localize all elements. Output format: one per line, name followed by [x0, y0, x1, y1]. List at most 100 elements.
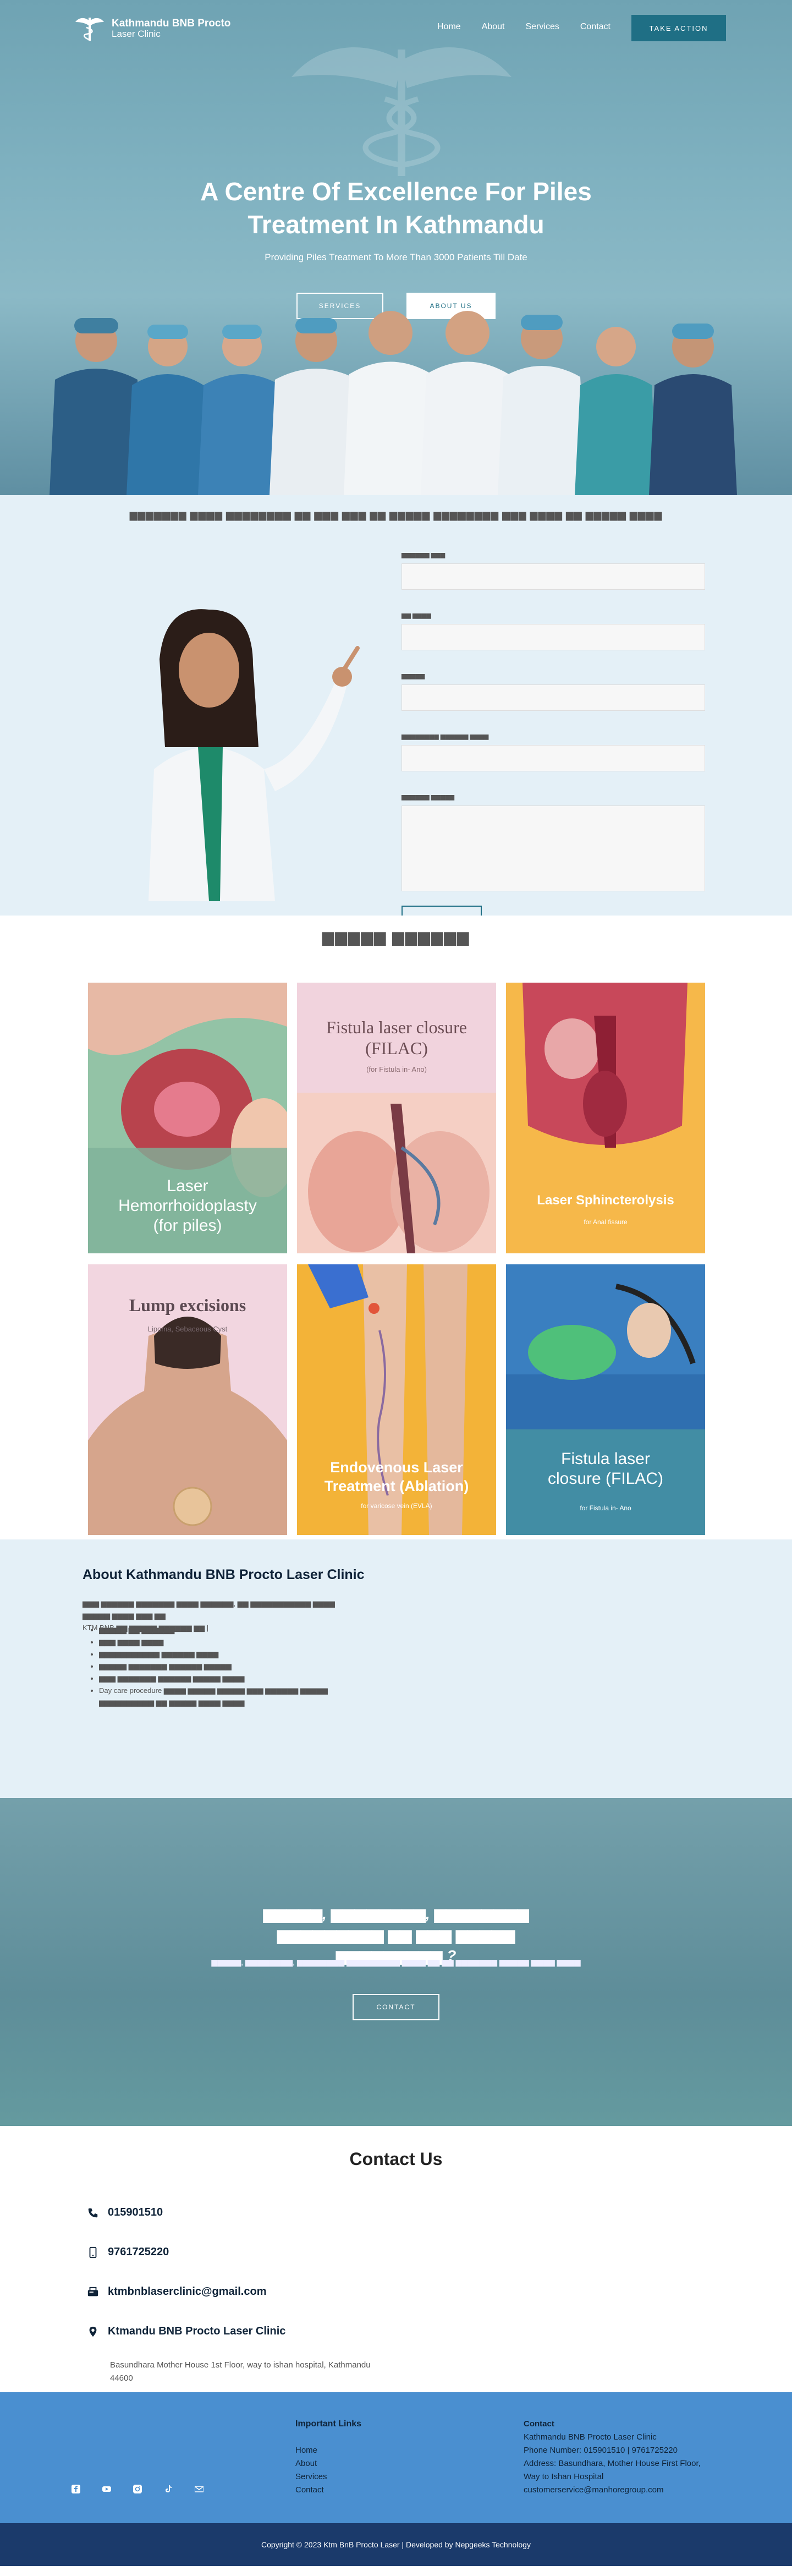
about-section: About Kathmandu BNB Procto Laser Clinic …: [0, 1539, 792, 1798]
footer: Important Links Home About Services Cont…: [0, 2392, 792, 2523]
doctor-image: [148, 609, 360, 901]
hero-title-line2: Treatment In Kathmandu: [248, 210, 544, 239]
hero-title: A Centre Of Excellence For Piles Treatme…: [0, 175, 792, 241]
card5-title-line2: Treatment (Ablation): [324, 1478, 469, 1494]
caduceus-emblem-icon: [292, 47, 512, 176]
phone-icon: [88, 2208, 98, 2217]
facebook-icon[interactable]: [72, 2485, 80, 2493]
hero-title-line1: A Centre Of Excellence For Piles: [200, 177, 592, 206]
field-label-phone: ▆▆ ▆▆▆▆: [402, 612, 431, 619]
banner-title-line1: ▆▆▆▆▆, ▆▆▆▆▆▆▆▆, ▆▆▆▆▆▆▆▆ ▆▆▆▆▆▆▆▆▆ ▆▆ ▆…: [263, 1905, 529, 1943]
card6-caption: for Fistula in- Ano: [580, 1504, 631, 1512]
list-item: ▆▆▆▆▆ ▆▆ ▆▆▆▆▆▆: [99, 1624, 363, 1636]
banner-contact-button[interactable]: CONTACT: [353, 1994, 439, 2020]
about-list: ▆▆▆▆▆ ▆▆ ▆▆▆▆▆▆ ▆▆▆ ▆▆▆▆ ▆▆▆▆ ▆▆▆▆▆▆▆▆▆▆…: [99, 1624, 363, 1709]
service-card-lump-excisions[interactable]: Lump excisions Lipoma, Sebaceous Cyst: [88, 1264, 287, 1535]
card3-title: Laser Sphincterolysis: [537, 1193, 674, 1208]
field-label-email: ▆▆▆▆▆: [402, 673, 425, 679]
instagram-icon[interactable]: [133, 2485, 142, 2493]
message-textarea[interactable]: [402, 805, 705, 891]
mobile-row[interactable]: 9761725220: [87, 2246, 169, 2259]
card1-title-line3: (for piles): [153, 1216, 222, 1235]
card6-title-line1: Fistula laser: [561, 1450, 650, 1468]
list-item: ▆▆▆▆▆ ▆▆▆▆▆▆▆ ▆▆▆▆▆▆ ▆▆▆▆▆: [99, 1660, 363, 1673]
card3-caption: for Anal fissure: [584, 1218, 628, 1226]
card6-title-line2: closure (FILAC): [547, 1470, 664, 1488]
footer-links-heading: Important Links: [295, 2419, 362, 2429]
sphincterolysis-image: [506, 983, 705, 1253]
clinic-name: Ktmandu BNB Procto Laser Clinic: [108, 2325, 286, 2337]
about-heading: About Kathmandu BNB Procto Laser Clinic: [82, 1567, 365, 1582]
list-item: ▆▆▆▆▆▆▆▆▆▆▆ ▆▆▆▆▆▆ ▆▆▆▆: [99, 1648, 363, 1660]
footer-contact-line: Kathmandu BNB Procto Laser Clinic: [524, 2432, 657, 2442]
services-section: ▆▆▆▆▆ ▆▆▆▆▆▆ Laser Hemorrhoidoplasty (fo…: [0, 916, 792, 1539]
take-action-button[interactable]: TAKE ACTION: [631, 15, 726, 41]
fax-icon: [87, 2287, 98, 2296]
footer-link-contact[interactable]: Contact: [295, 2484, 361, 2497]
service-card-sphincterolysis[interactable]: Laser Sphincterolysis for Anal fissure: [506, 983, 705, 1253]
youtube-icon[interactable]: [102, 2485, 111, 2493]
footer-contact-line[interactable]: customerservice@manhoregroup.com: [524, 2484, 701, 2497]
card1-title-line1: Laser: [167, 1177, 208, 1195]
footer-link-services[interactable]: Services: [295, 2470, 361, 2484]
banner-title: ▆▆▆▆▆, ▆▆▆▆▆▆▆▆, ▆▆▆▆▆▆▆▆ ▆▆▆▆▆▆▆▆▆ ▆▆ ▆…: [242, 1904, 550, 1966]
nav-home[interactable]: Home: [437, 22, 461, 32]
footer-links: Important Links Home About Services Cont…: [295, 2418, 361, 2497]
name-input[interactable]: [402, 563, 705, 590]
nav-contact[interactable]: Contact: [580, 22, 610, 32]
phone-number-1[interactable]: 015901510: [108, 2206, 163, 2219]
contact-heading: Contact Us: [349, 2149, 443, 2169]
footer-link-about[interactable]: About: [295, 2457, 361, 2470]
footer-contact-line: Address: Basundhara, Mother House First …: [524, 2459, 701, 2468]
main-menu: Home About Services Contact: [437, 22, 610, 32]
location-pin-icon: [89, 2326, 97, 2337]
footer-contact: Contact Kathmandu BNB Procto Laser Clini…: [524, 2418, 701, 2497]
banner-subtitle: ▆▆▆▆▆, ▆▆▆▆▆▆▆▆, ▆▆▆▆▆▆▆▆ ▆▆▆▆▆▆▆▆▆ ▆▆▆▆…: [211, 1958, 581, 1966]
address-line2: 44600: [110, 2374, 133, 2383]
hero-subtitle: Providing Piles Treatment To More Than 3…: [265, 252, 527, 262]
copyright-bar: Copyright © 2023 Ktm BnB Procto Laser | …: [0, 2523, 792, 2566]
mobile-icon: [89, 2246, 97, 2258]
card5-caption: for varicose vein (EVLA): [361, 1502, 432, 1510]
card1-title-line2: Hemorrhoidoplasty: [118, 1197, 257, 1215]
field-label-message: ▆▆▆▆▆▆ ▆▆▆▆▆: [402, 794, 455, 801]
footer-link-home[interactable]: Home: [295, 2444, 361, 2457]
card2-caption: (for Fistula in- Ano): [366, 1065, 427, 1073]
top-navigation: Kathmandu BNB Procto Laser Clinic Home A…: [0, 0, 792, 55]
hero-section: Kathmandu BNB Procto Laser Clinic Home A…: [0, 0, 792, 495]
address-row: Ktmandu BNB Procto Laser Clinic: [87, 2325, 285, 2338]
nav-services[interactable]: Services: [526, 22, 559, 32]
card4-caption: Lipoma, Sebaceous Cyst: [147, 1325, 228, 1333]
date-input[interactable]: [402, 745, 705, 771]
card4-title: Lump excisions: [129, 1295, 246, 1315]
tiktok-icon[interactable]: [164, 2485, 173, 2493]
email-input[interactable]: [402, 684, 705, 711]
about-intro-line1: ▆▆▆ ▆▆▆▆▆▆ ▆▆▆▆▆▆▆ ▆▆▆▆ ▆▆▆▆▆▆, ▆▆ ▆▆▆▆▆…: [82, 1599, 335, 1620]
appointment-heading: ▆▆▆▆▆▆▆ ▆▆▆▆ ▆▆▆▆▆▆▆▆ ▆▆ ▆▆▆ ▆▆▆ ▆▆ ▆▆▆▆…: [129, 509, 663, 520]
field-label-date: ▆▆▆▆▆▆▆▆ ▆▆▆▆▆▆ ▆▆▆▆: [402, 733, 489, 740]
card2-title-line1: Fistula laser closure: [326, 1017, 467, 1037]
list-item: ▆▆▆ ▆▆▆▆ ▆▆▆▆: [99, 1636, 363, 1648]
phone-number-2[interactable]: 9761725220: [108, 2246, 169, 2259]
phone-input[interactable]: [402, 624, 705, 650]
brand-subtitle: Laser Clinic: [112, 29, 161, 39]
clinic-logo-icon: [75, 18, 104, 41]
footer-contact-line: Way to Ishan Hospital: [524, 2472, 604, 2481]
email-icon[interactable]: [195, 2485, 204, 2493]
service-card-evla[interactable]: Endovenous Laser Treatment (Ablation) fo…: [297, 1264, 496, 1535]
list-item: ▆▆▆ ▆▆▆▆▆▆▆ ▆▆▆▆▆▆ ▆▆▆▆▆ ▆▆▆▆: [99, 1673, 363, 1685]
appointment-section: ▆▆▆▆▆▆▆ ▆▆▆▆ ▆▆▆▆▆▆▆▆ ▆▆ ▆▆▆ ▆▆▆ ▆▆ ▆▆▆▆…: [0, 495, 792, 932]
card2-title-line2: (FILAC): [365, 1038, 428, 1058]
service-card-filac-2[interactable]: Fistula laser closure (FILAC) for Fistul…: [506, 1264, 705, 1535]
service-card-filac[interactable]: Fistula laser closure (FILAC) (for Fistu…: [297, 983, 496, 1253]
email-address[interactable]: ktmbnblaserclinic@gmail.com: [108, 2285, 266, 2298]
brand-name: Kathmandu BNB Procto: [112, 18, 231, 29]
email-row[interactable]: ktmbnblaserclinic@gmail.com: [87, 2285, 266, 2298]
phone-row[interactable]: 015901510: [87, 2206, 163, 2219]
contact-banner-section: ▆▆▆▆▆, ▆▆▆▆▆▆▆▆, ▆▆▆▆▆▆▆▆ ▆▆▆▆▆▆▆▆▆ ▆▆ ▆…: [0, 1798, 792, 2126]
services-heading: ▆▆▆▆▆ ▆▆▆▆▆▆: [322, 928, 470, 945]
nav-about[interactable]: About: [482, 22, 505, 32]
service-card-hemorrhoidoplasty[interactable]: Laser Hemorrhoidoplasty (for piles): [88, 983, 287, 1253]
brand-logo[interactable]: Kathmandu BNB Procto Laser Clinic: [74, 15, 230, 42]
footer-contact-heading: Contact: [524, 2419, 554, 2429]
